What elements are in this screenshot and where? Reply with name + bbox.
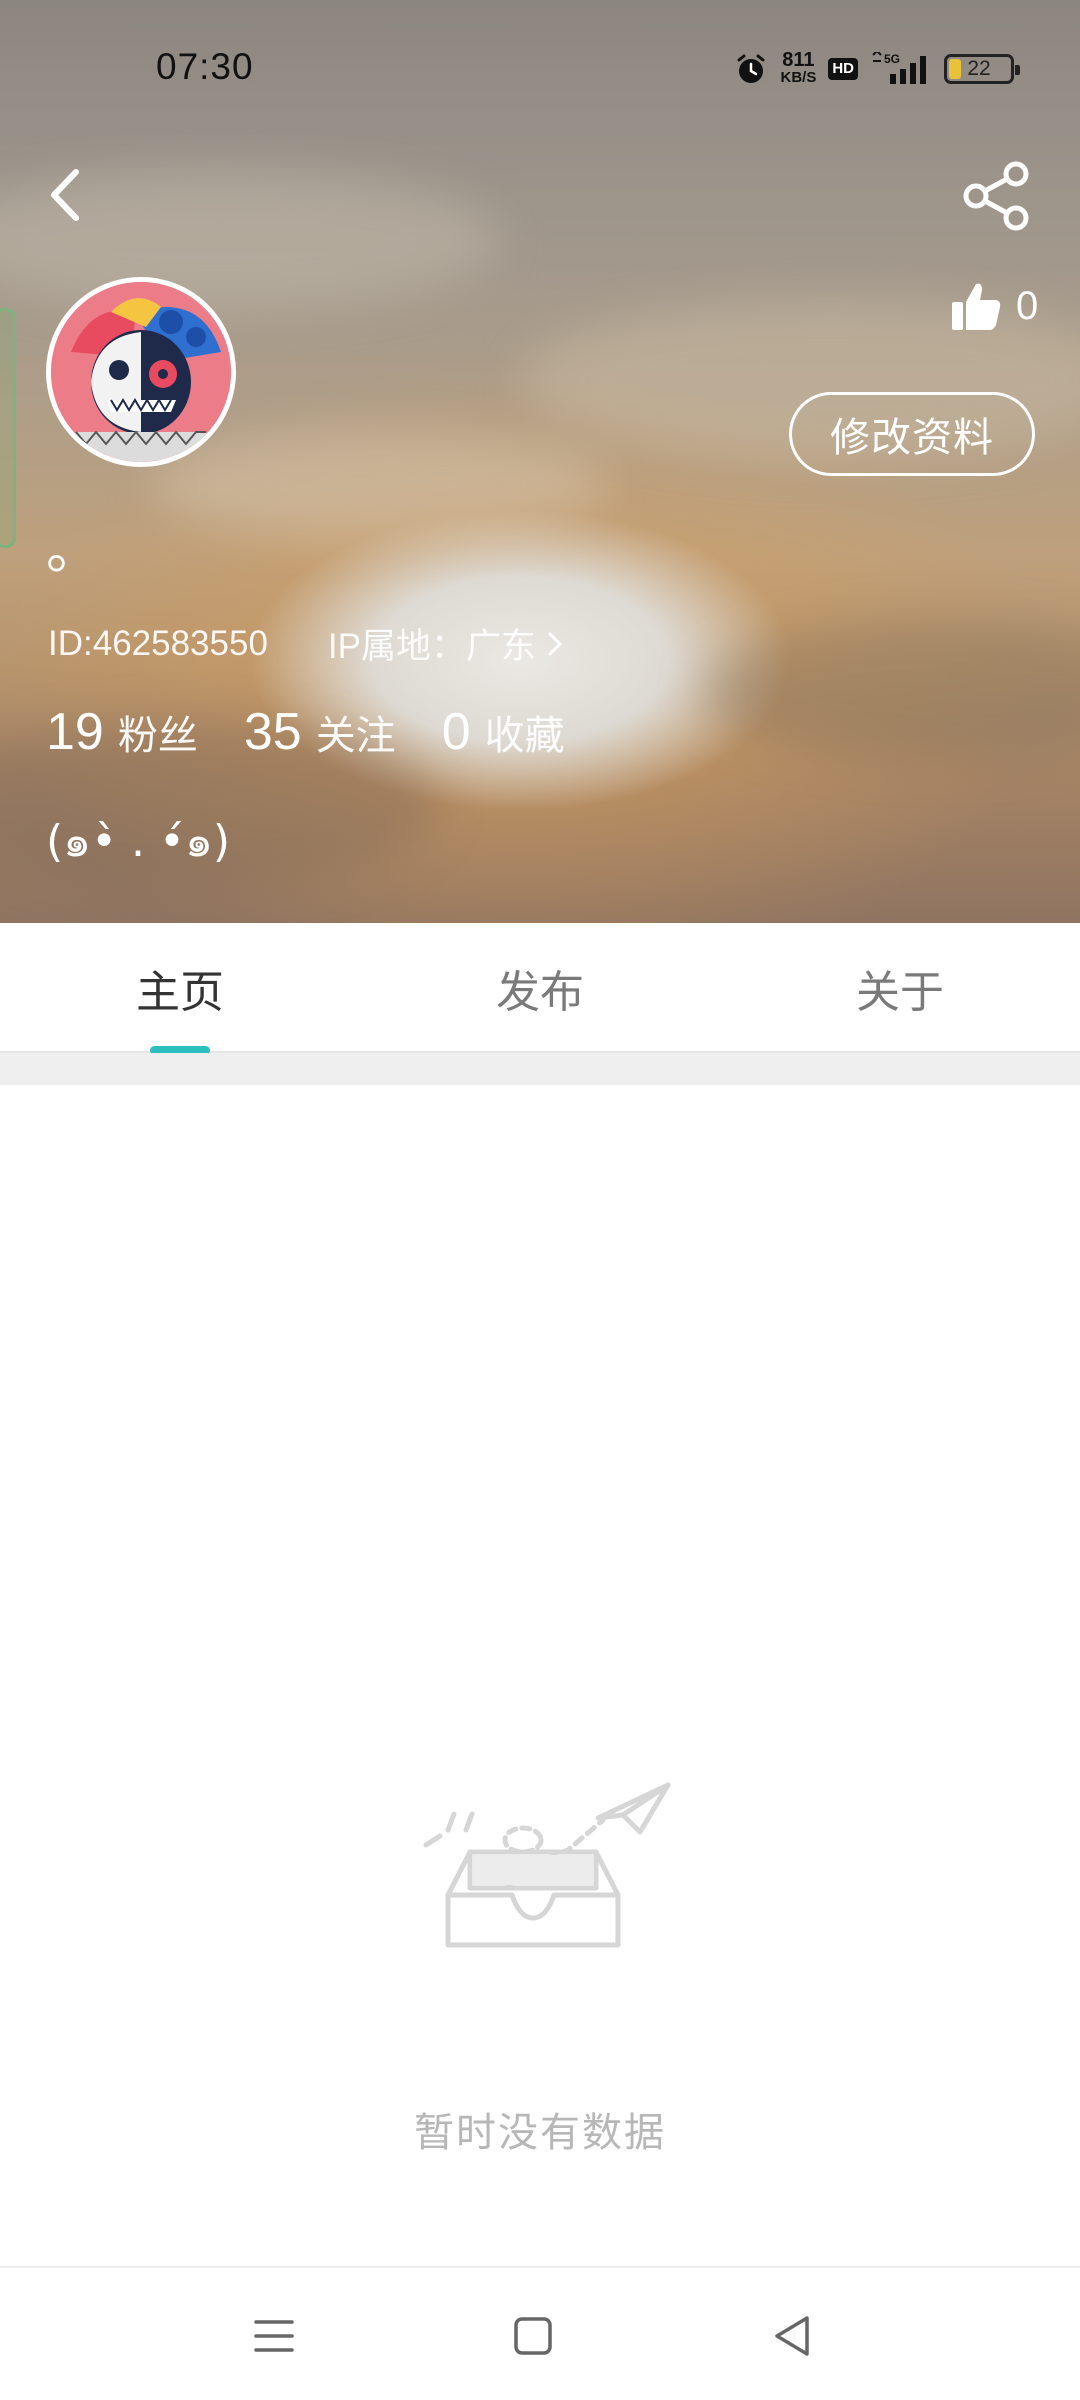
- network-type: 5G: [884, 52, 900, 66]
- menu-icon[interactable]: [244, 2306, 304, 2366]
- ip-location[interactable]: IP属地：广东: [328, 618, 564, 669]
- stat-label: 收藏: [484, 713, 565, 759]
- tab-about[interactable]: 关于: [720, 923, 1080, 1053]
- home-square-icon[interactable]: [503, 2306, 563, 2366]
- empty-state-text: 暂时没有数据: [414, 2110, 666, 2156]
- bio: (๑•̀ . •́๑): [46, 816, 231, 867]
- nickname: 。: [46, 518, 100, 581]
- net-speed-unit: KB/S: [780, 69, 817, 86]
- floating-edge-tab[interactable]: [0, 308, 16, 548]
- chevron-right-icon: [548, 632, 563, 655]
- profile-tabs: 主页 发布 关于: [0, 923, 1080, 1055]
- stat-fans[interactable]: 19 粉丝: [46, 702, 198, 762]
- thumbs-up-icon[interactable]: [950, 280, 1002, 332]
- share-icon[interactable]: [962, 160, 1034, 232]
- signal-icon: 5G: [872, 52, 926, 84]
- hd-badge: HD: [828, 58, 858, 80]
- battery-icon: 22: [944, 54, 1020, 84]
- back-triangle-icon[interactable]: [763, 2306, 823, 2366]
- stats-row: 19 粉丝 35 关注 0 收藏: [46, 702, 611, 762]
- net-speed-value: 811: [782, 49, 815, 71]
- status-icons: 811 KB/S HD 5G 22: [734, 44, 1020, 94]
- like-count: 0: [1016, 283, 1039, 328]
- profile-screen: 07:30 811 KB/S HD 5G 22 0 修改资料 。 ID:4625…: [0, 0, 1080, 2400]
- stat-label: 粉丝: [117, 713, 198, 759]
- section-divider: [0, 1053, 1080, 1085]
- tab-home[interactable]: 主页: [0, 923, 360, 1053]
- stat-value: 0: [441, 703, 471, 761]
- stat-favorites[interactable]: 0 收藏: [442, 702, 565, 762]
- battery-level: 22: [967, 57, 991, 80]
- ip-location-text: IP属地：广东: [327, 627, 536, 666]
- jester-avatar-image: [51, 282, 231, 462]
- status-time: 07:30: [156, 46, 254, 87]
- stat-value: 35: [243, 703, 302, 761]
- empty-inbox-icon: [423, 1782, 671, 1948]
- net-speed: 811 KB/S: [780, 49, 817, 87]
- avatar[interactable]: [46, 277, 236, 467]
- user-id: ID:462583550: [48, 623, 268, 663]
- chevron-left-icon[interactable]: [40, 160, 90, 230]
- tab-posts[interactable]: 发布: [360, 923, 720, 1053]
- profile-header-background: 07:30 811 KB/S HD 5G 22 0 修改资料 。 ID:4625…: [0, 0, 1080, 923]
- stat-value: 19: [46, 703, 104, 761]
- system-nav-bar: [0, 2266, 1080, 2400]
- edit-profile-button[interactable]: 修改资料: [789, 392, 1035, 476]
- alarm-icon: [737, 54, 765, 83]
- like-area[interactable]: 0: [950, 280, 1038, 332]
- stat-label: 关注: [315, 713, 396, 759]
- id-row: ID:462583550 IP属地：广东: [48, 618, 564, 669]
- stat-following[interactable]: 35 关注: [244, 702, 396, 762]
